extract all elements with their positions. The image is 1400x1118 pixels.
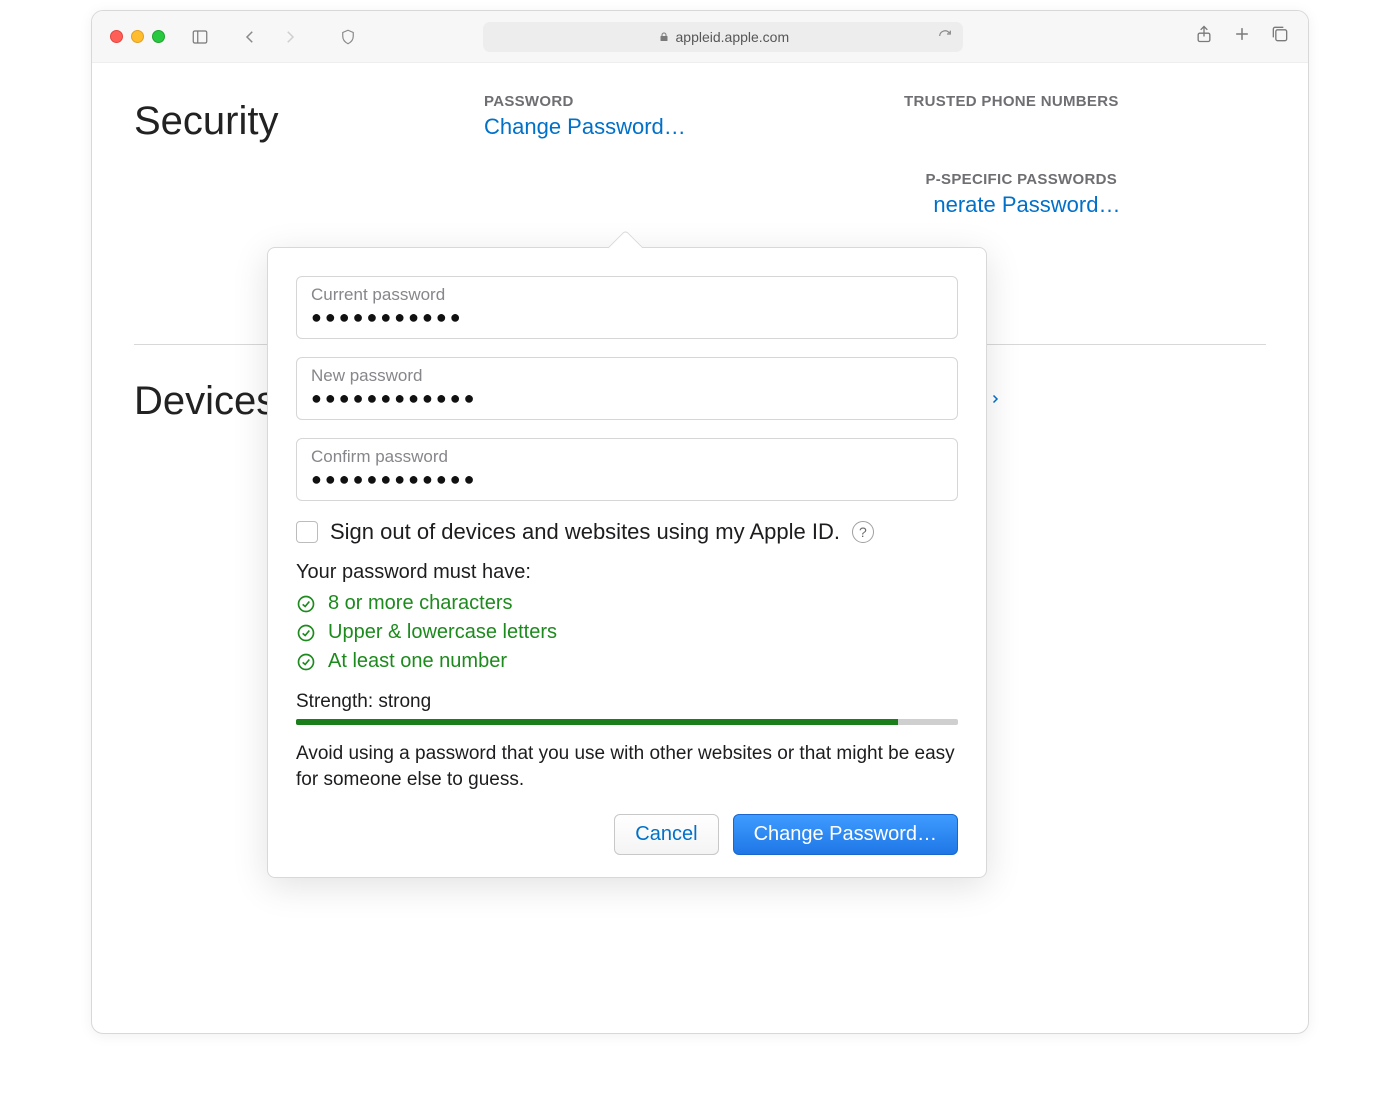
- current-password-label: Current password: [311, 285, 943, 305]
- traffic-lights: [110, 30, 165, 43]
- address-bar[interactable]: appleid.apple.com: [483, 22, 963, 52]
- requirement-text: 8 or more characters: [328, 592, 513, 615]
- app-specific-label: APP-SPECIFIC PASSWORDS: [904, 171, 1244, 188]
- new-password-label: New password: [311, 366, 943, 386]
- password-section-label: PASSWORD: [484, 93, 884, 110]
- current-password-value: ●●●●●●●●●●●: [311, 307, 943, 328]
- help-icon[interactable]: ?: [852, 521, 874, 543]
- minimize-window-button[interactable]: [131, 30, 144, 43]
- signout-checkbox[interactable]: [296, 521, 318, 543]
- change-password-popover: Current password ●●●●●●●●●●● New passwor…: [267, 247, 987, 878]
- address-bar-text: appleid.apple.com: [676, 29, 790, 45]
- nav-forward-button[interactable]: [275, 23, 305, 51]
- requirements-title: Your password must have:: [296, 561, 958, 584]
- new-password-field[interactable]: New password ●●●●●●●●●●●●: [296, 357, 958, 420]
- requirement-text: At least one number: [328, 650, 507, 673]
- password-hint: Avoid using a password that you use with…: [296, 741, 958, 792]
- confirm-password-label: Confirm password: [311, 447, 943, 467]
- generate-password-link[interactable]: Generate Password…: [904, 192, 1120, 218]
- tab-overview-icon[interactable]: [1270, 24, 1290, 49]
- check-circle-icon: [296, 623, 316, 643]
- signout-checkbox-label: Sign out of devices and websites using m…: [330, 519, 840, 545]
- reload-icon[interactable]: [937, 28, 953, 47]
- requirement-item: Upper & lowercase letters: [296, 621, 958, 644]
- safari-window: appleid.apple.com Security PASSWORD: [91, 10, 1309, 1034]
- check-circle-icon: [296, 652, 316, 672]
- page-content: Security PASSWORD Change Password… TRUST…: [92, 63, 1308, 115]
- cancel-button[interactable]: Cancel: [614, 814, 718, 855]
- lock-icon: [658, 31, 670, 43]
- security-heading: Security: [134, 93, 464, 144]
- new-password-value: ●●●●●●●●●●●●: [311, 388, 943, 409]
- strength-meter: [296, 719, 958, 725]
- current-password-field[interactable]: Current password ●●●●●●●●●●●: [296, 276, 958, 339]
- change-password-button[interactable]: Change Password…: [733, 814, 958, 855]
- close-window-button[interactable]: [110, 30, 123, 43]
- nav-back-button[interactable]: [235, 23, 265, 51]
- toolbar: appleid.apple.com: [92, 11, 1308, 63]
- confirm-password-field[interactable]: Confirm password ●●●●●●●●●●●●: [296, 438, 958, 501]
- check-circle-icon: [296, 594, 316, 614]
- requirement-item: At least one number: [296, 650, 958, 673]
- strength-meter-fill: [296, 719, 898, 725]
- chevron-right-icon: [989, 391, 1001, 407]
- requirement-item: 8 or more characters: [296, 592, 958, 615]
- new-tab-icon[interactable]: [1232, 24, 1252, 49]
- share-icon[interactable]: [1194, 24, 1214, 49]
- sidebar-toggle-icon[interactable]: [185, 23, 215, 51]
- strength-label: Strength: strong: [296, 691, 958, 713]
- privacy-report-icon[interactable]: [333, 23, 363, 51]
- confirm-password-value: ●●●●●●●●●●●●: [311, 469, 943, 490]
- zoom-window-button[interactable]: [152, 30, 165, 43]
- requirement-text: Upper & lowercase letters: [328, 621, 557, 644]
- toolbar-right: [1194, 24, 1290, 49]
- change-password-link[interactable]: Change Password…: [484, 114, 686, 140]
